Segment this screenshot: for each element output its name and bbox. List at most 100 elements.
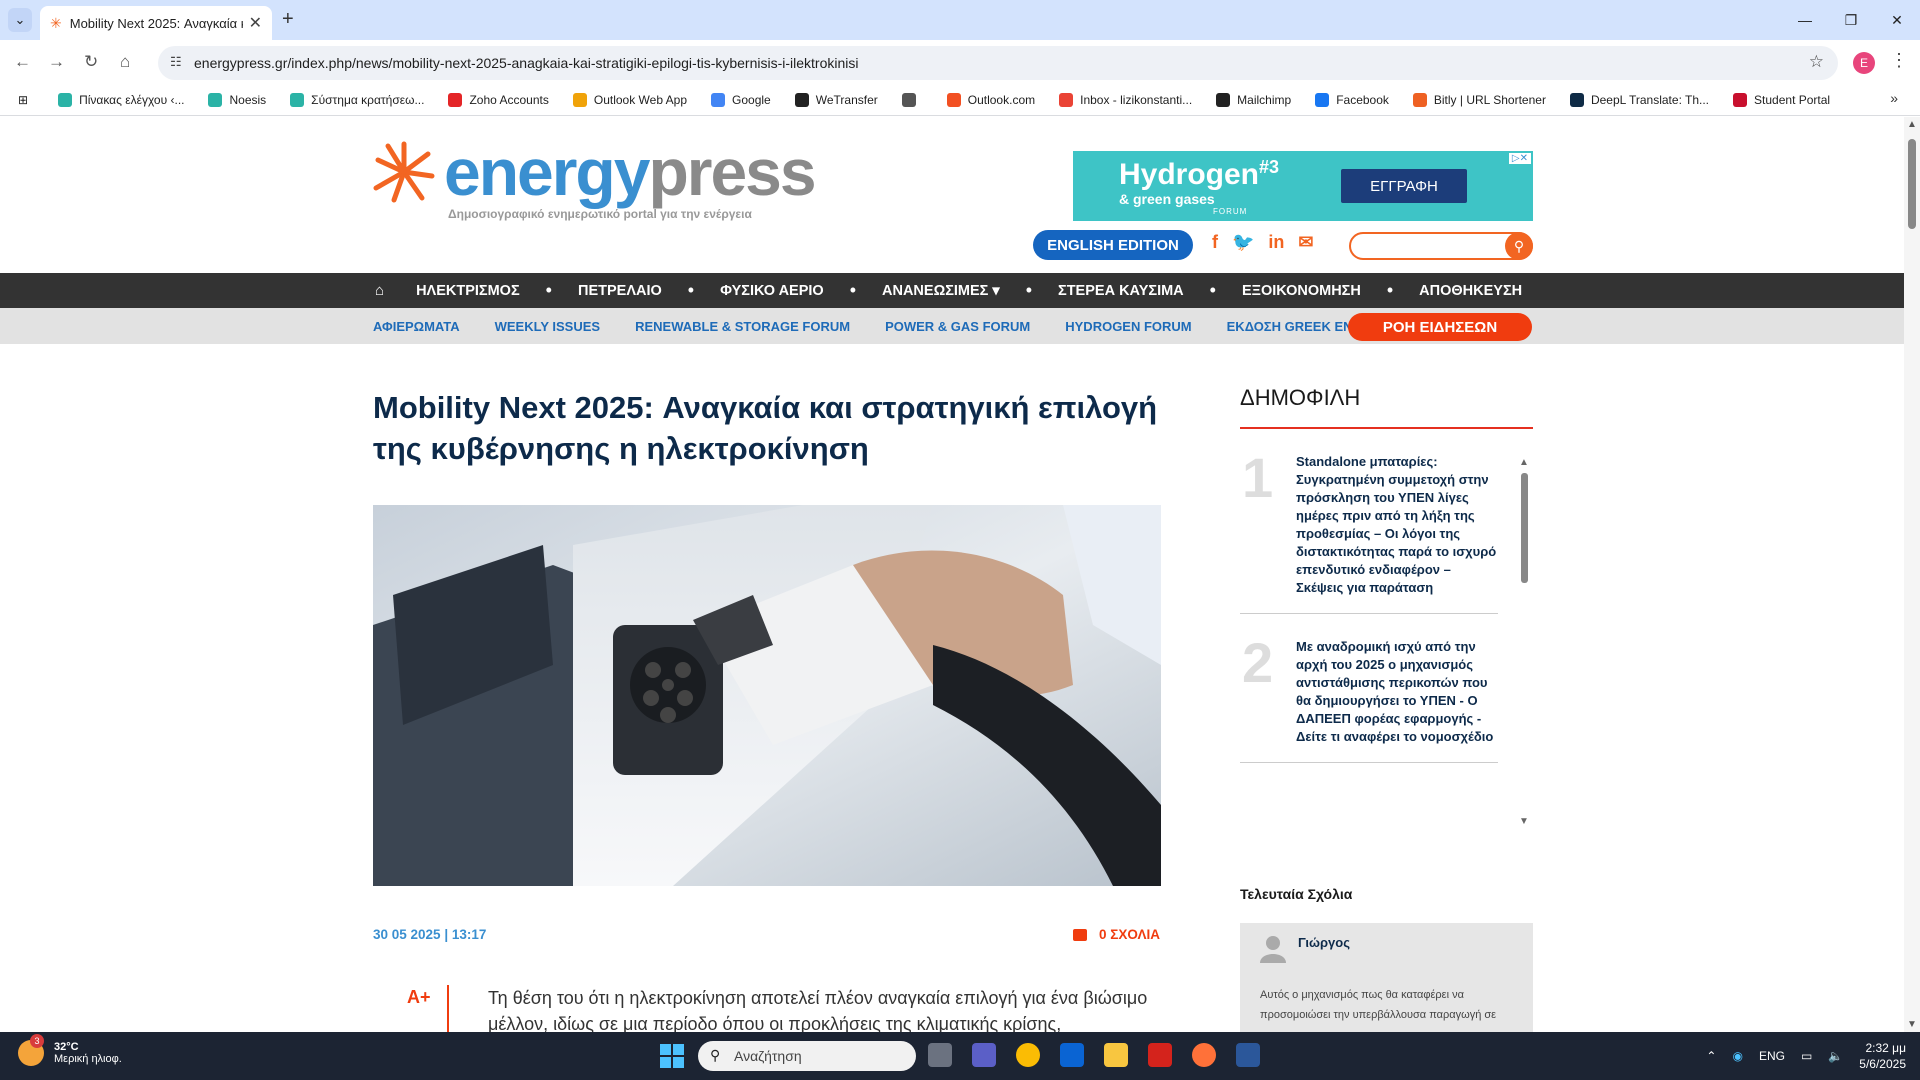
- sub-nav-item[interactable]: WEEKLY ISSUES: [495, 319, 600, 334]
- start-button[interactable]: [660, 1044, 684, 1068]
- comment-author[interactable]: Γιώργος: [1298, 935, 1350, 950]
- date: 5/6/2025: [1859, 1057, 1906, 1071]
- sub-nav-item[interactable]: HYDROGEN FORUM: [1065, 319, 1191, 334]
- site-logo[interactable]: energypress: [372, 139, 817, 205]
- popular-item[interactable]: 2 Με αναδρομική ισχύ από την αρχή του 202…: [1240, 631, 1498, 763]
- hydrogen-forum-banner[interactable]: Hydrogen#3 & green gases FORUM ΕΓΓΡΑΦΗ ▷…: [1073, 151, 1533, 221]
- network-icon[interactable]: ▭: [1801, 1049, 1812, 1063]
- main-nav-item[interactable]: ΦΥΣΙΚΟ ΑΕΡΙΟ: [720, 283, 824, 299]
- acrobat-icon[interactable]: [1148, 1043, 1172, 1067]
- bookmark-label: Google: [732, 92, 771, 107]
- scroll-thumb[interactable]: [1521, 473, 1528, 583]
- more-bookmarks-icon[interactable]: »: [1890, 90, 1898, 106]
- tray-overflow-icon[interactable]: ⌃: [1706, 1049, 1716, 1063]
- bookmark-item[interactable]: Zoho Accounts: [448, 92, 549, 107]
- page-scrollbar[interactable]: ▲ ▼: [1904, 117, 1920, 1032]
- page-scroll-thumb[interactable]: [1908, 139, 1916, 229]
- outlook-icon[interactable]: [1060, 1043, 1084, 1067]
- bookmark-item[interactable]: Πίνακας ελέγχου ‹...: [58, 92, 184, 107]
- comment-card[interactable]: Γιώργος Αυτός ο μηχανισμός πως θα καταφέ…: [1240, 923, 1533, 1032]
- tab-search-button[interactable]: ⌄: [8, 8, 32, 32]
- comments-link[interactable]: 0 ΣΧΟΛΙΑ: [1073, 927, 1160, 942]
- search-icon[interactable]: ⚲: [1505, 232, 1533, 260]
- bookmark-item[interactable]: Σύστημα κρατήσεω...: [290, 92, 424, 107]
- site-search-input[interactable]: ⚲: [1349, 232, 1533, 260]
- main-nav-item[interactable]: ΑΠΟΘΗΚΕΥΣΗ: [1419, 283, 1522, 299]
- font-controls-divider: [447, 985, 449, 1032]
- file-explorer-icon[interactable]: [1104, 1043, 1128, 1067]
- new-tab-button[interactable]: +: [282, 8, 294, 31]
- news-flow-button[interactable]: ΡΟΗ ΕΙΔΗΣΕΩΝ: [1348, 313, 1532, 341]
- main-nav-item[interactable]: ΠΕΤΡΕΛΑΙΟ: [578, 283, 662, 299]
- bookmark-item[interactable]: Outlook.com: [946, 92, 1035, 107]
- forward-icon[interactable]: →: [48, 52, 65, 72]
- bookmark-item[interactable]: Google: [711, 92, 771, 107]
- close-window-icon[interactable]: ✕: [1874, 0, 1920, 40]
- profile-avatar[interactable]: E: [1853, 52, 1875, 74]
- reload-icon[interactable]: ↻: [84, 52, 98, 72]
- taskbar-search[interactable]: ⚲ Αναζήτηση: [698, 1041, 916, 1071]
- bookmark-item[interactable]: Facebook: [1315, 92, 1389, 107]
- browser-menu-icon[interactable]: ⋮: [1890, 50, 1908, 71]
- main-nav-item[interactable]: ΕΞΟΙΚΟΝΟΜΗΣΗ: [1242, 283, 1361, 299]
- minimize-icon[interactable]: —: [1782, 0, 1828, 40]
- twitter-icon[interactable]: 🐦: [1232, 232, 1254, 253]
- english-edition-button[interactable]: ENGLISH EDITION: [1033, 230, 1193, 260]
- bookmark-label: Noesis: [229, 92, 267, 107]
- bookmark-item[interactable]: Outlook Web App: [572, 92, 687, 107]
- main-nav-item[interactable]: ΗΛΕΚΤΡΙΣΜΟΣ: [416, 283, 520, 299]
- clock[interactable]: 2:32 μμ 5/6/2025: [1859, 1040, 1906, 1072]
- back-icon[interactable]: ←: [14, 52, 31, 72]
- main-nav-item[interactable]: ΣΤΕΡΕΑ ΚΑΥΣΙΜΑ: [1058, 283, 1184, 299]
- bookmark-favicon-icon: [208, 92, 223, 107]
- tray-app-icon[interactable]: ◉: [1732, 1049, 1742, 1063]
- bookmark-item[interactable]: DeepL Translate: Th...: [1569, 92, 1709, 107]
- nav-separator: •: [1386, 280, 1394, 300]
- ad-register-button[interactable]: ΕΓΓΡΑΦΗ: [1341, 169, 1467, 203]
- home-nav-icon[interactable]: ⌂: [375, 282, 384, 299]
- bookmark-star-icon[interactable]: ☆: [1809, 52, 1824, 72]
- volume-icon[interactable]: 🔈: [1828, 1049, 1843, 1063]
- popular-item[interactable]: 1 Standalone μπαταρίες: Συγκρατημένη συμμ…: [1240, 447, 1498, 614]
- page-scroll-up-icon[interactable]: ▲: [1907, 119, 1917, 130]
- language-indicator[interactable]: ENG: [1759, 1049, 1785, 1063]
- email-icon[interactable]: ✉: [1298, 232, 1313, 253]
- weather-widget[interactable]: 3 32°C Μερική ηλιοφ.: [18, 1034, 122, 1066]
- bookmark-item[interactable]: Student Portal: [1733, 92, 1830, 107]
- scroll-down-icon[interactable]: ▼: [1519, 816, 1529, 827]
- home-icon[interactable]: ⌂: [120, 52, 130, 72]
- bookmark-item[interactable]: Noesis: [208, 92, 267, 107]
- active-tab[interactable]: ✳ Mobility Next 2025: Αναγκαία κ ✕: [40, 6, 272, 40]
- tab-title: Mobility Next 2025: Αναγκαία κ: [69, 15, 243, 31]
- popular-scrollbar[interactable]: ▲ ▼: [1519, 457, 1529, 827]
- address-bar[interactable]: ☷ energypress.gr/index.php/news/mobility…: [158, 46, 1838, 80]
- bookmark-item[interactable]: Inbox - lizikonstanti...: [1059, 92, 1192, 107]
- site-info-icon[interactable]: ☷: [170, 54, 182, 70]
- facebook-icon[interactable]: f: [1212, 232, 1218, 253]
- scroll-up-icon[interactable]: ▲: [1519, 457, 1529, 468]
- restore-icon[interactable]: ❐: [1828, 0, 1874, 40]
- chrome-icon[interactable]: [1016, 1043, 1040, 1067]
- word-icon[interactable]: [1236, 1043, 1260, 1067]
- sub-nav-item[interactable]: RENEWABLE & STORAGE FORUM: [635, 319, 850, 334]
- teams-icon[interactable]: [972, 1043, 996, 1067]
- popular-headline[interactable]: Standalone μπαταρίες: Συγκρατημένη συμμε…: [1296, 453, 1498, 597]
- bookmark-favicon-icon: [572, 92, 587, 107]
- bookmark-item[interactable]: Mailchimp: [1216, 92, 1291, 107]
- bookmark-item[interactable]: WeTransfer: [794, 92, 878, 107]
- linkedin-icon[interactable]: in: [1268, 232, 1284, 253]
- adchoices-icon[interactable]: ▷✕: [1508, 153, 1531, 164]
- sub-nav-item[interactable]: ΑΦΙΕΡΩΜΑΤΑ: [373, 319, 460, 334]
- bookmark-favicon-icon: [448, 92, 463, 107]
- task-view-icon[interactable]: [928, 1043, 952, 1067]
- firefox-icon[interactable]: [1192, 1043, 1216, 1067]
- main-nav-item[interactable]: ΑΝΑΝΕΩΣΙΜΕΣ ▾: [882, 283, 1000, 299]
- popular-headline[interactable]: Με αναδρομική ισχύ από την αρχή του 2025…: [1296, 638, 1498, 746]
- sub-nav-item[interactable]: POWER & GAS FORUM: [885, 319, 1030, 334]
- font-size-increase-button[interactable]: A+: [407, 987, 431, 1008]
- apps-grid-icon[interactable]: ⊞: [18, 93, 28, 107]
- close-tab-icon[interactable]: ✕: [249, 13, 262, 33]
- page-scroll-down-icon[interactable]: ▼: [1907, 1019, 1917, 1030]
- bookmark-item[interactable]: [901, 92, 923, 107]
- bookmark-item[interactable]: Bitly | URL Shortener: [1412, 92, 1546, 107]
